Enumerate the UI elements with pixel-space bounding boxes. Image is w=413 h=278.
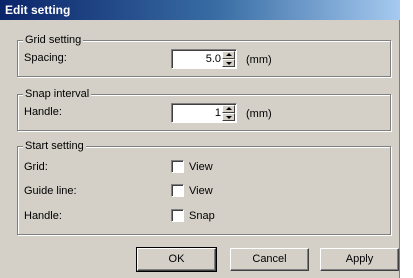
edit-setting-dialog: Edit setting Grid setting Spacing: 5.0 (… xyxy=(0,0,400,278)
start-setting-group: Start setting Grid: View Guide line: Vie… xyxy=(17,139,391,235)
ok-button[interactable]: OK xyxy=(136,247,217,272)
handle-snap-label[interactable]: Snap xyxy=(189,209,215,223)
grid-view-label[interactable]: View xyxy=(189,160,213,174)
handle-unit: (mm) xyxy=(246,108,272,120)
spacing-value[interactable]: 5.0 xyxy=(206,52,221,66)
grid-setting-group: Grid setting Spacing: 5.0 (mm) xyxy=(17,33,391,77)
handle-spinbox[interactable]: 1 xyxy=(171,103,237,123)
guide-line-view-label[interactable]: View xyxy=(189,184,213,198)
snap-interval-title: Snap interval xyxy=(23,87,92,101)
handle-increment-button[interactable] xyxy=(222,105,235,113)
grid-setting-title: Grid setting xyxy=(23,33,84,47)
spacing-spinbox[interactable]: 5.0 xyxy=(171,49,237,69)
cancel-button[interactable]: Cancel xyxy=(230,248,309,271)
grid-view-checkbox[interactable] xyxy=(171,160,184,173)
spacing-spin-buttons xyxy=(222,51,235,67)
grid-row-label: Grid: xyxy=(24,161,48,173)
start-setting-title: Start setting xyxy=(23,139,86,153)
spacing-label: Spacing: xyxy=(24,52,67,64)
arrow-down-icon xyxy=(226,116,232,119)
arrow-down-icon xyxy=(226,62,232,65)
window-title: Edit setting xyxy=(0,0,400,20)
arrow-up-icon xyxy=(226,107,232,110)
handle-value[interactable]: 1 xyxy=(215,106,221,120)
spacing-unit: (mm) xyxy=(246,54,272,66)
handle-spin-buttons xyxy=(222,105,235,121)
handle-row-label: Handle: xyxy=(24,210,62,222)
spacing-increment-button[interactable] xyxy=(222,51,235,59)
snap-interval-group: Snap interval Handle: 1 (mm) xyxy=(17,87,391,131)
guide-line-row-label: Guide line: xyxy=(24,185,77,197)
spacing-decrement-button[interactable] xyxy=(222,59,235,67)
handle-label: Handle: xyxy=(24,106,62,118)
guide-line-view-checkbox[interactable] xyxy=(171,184,184,197)
apply-button[interactable]: Apply xyxy=(320,248,399,271)
handle-snap-checkbox[interactable] xyxy=(171,209,184,222)
handle-decrement-button[interactable] xyxy=(222,113,235,121)
arrow-up-icon xyxy=(226,53,232,56)
